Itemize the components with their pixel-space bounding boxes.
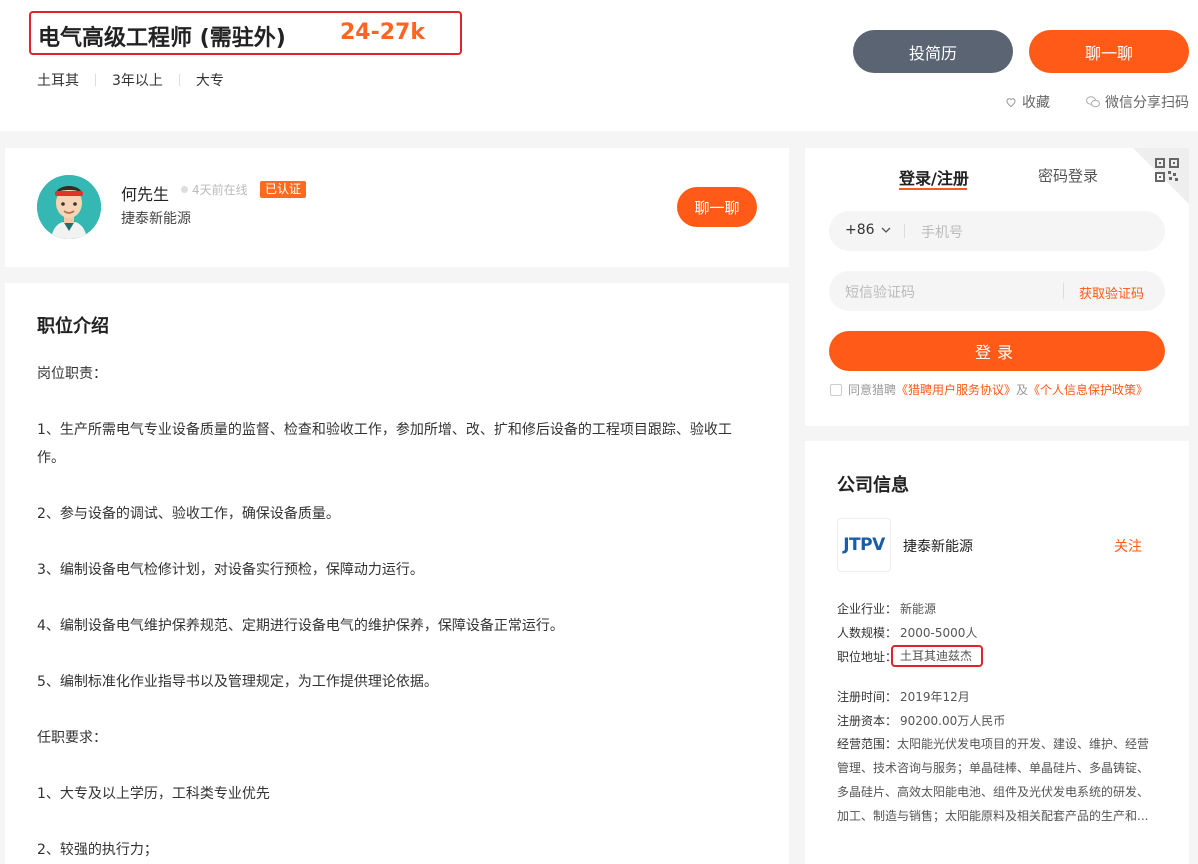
- size-value: 2000-5000人: [900, 625, 978, 640]
- tag-location: 土耳其: [37, 73, 79, 89]
- job-header: 电气高级工程师 (需驻外) 24-27k 土耳其 3年以上 大专 投简历 聊一聊…: [0, 0, 1198, 131]
- reg-time-label: 注册时间：: [837, 689, 898, 704]
- description-line: 3、编制设备电气检修计划，对设备实行预检，保障动力运行。: [37, 562, 424, 578]
- agreement-row: 同意猎聘 《猎聘用户服务协议》 及 《个人信息保护政策》: [830, 381, 1148, 398]
- wechat-icon: [1086, 96, 1100, 108]
- job-tags: 土耳其 3年以上 大专: [37, 70, 224, 90]
- input-divider: [1063, 283, 1064, 299]
- input-divider: [904, 224, 905, 238]
- agree-prefix: 同意猎聘: [848, 383, 897, 397]
- description-line: 5、编制标准化作业指导书以及管理规定，为工作提供理论依据。: [37, 674, 438, 690]
- info-row-industry: 企业行业： 新能源: [837, 596, 1005, 620]
- description-body: 岗位职责： 1、生产所需电气专业设备质量的监督、检查和验收工作，参加所增、改、扩…: [37, 360, 737, 864]
- job-description-card: 职位介绍 岗位职责： 1、生产所需电气专业设备质量的监督、检查和验收工作，参加所…: [5, 283, 789, 864]
- info-row-reg-time: 注册时间： 2019年12月: [837, 684, 1005, 708]
- description-line: [37, 640, 737, 668]
- agree-checkbox[interactable]: [830, 383, 842, 396]
- wechat-share-button[interactable]: 微信分享扫码: [1086, 92, 1189, 112]
- job-title: 电气高级工程师 (需驻外): [38, 26, 286, 51]
- privacy-policy-link[interactable]: 《个人信息保护政策》: [1028, 381, 1148, 398]
- recruiter-name: 何先生: [121, 185, 170, 204]
- service-agreement-link[interactable]: 《猎聘用户服务协议》: [896, 381, 1016, 398]
- description-line: 岗位职责：: [37, 366, 107, 382]
- sms-code-field[interactable]: 短信验证码 获取验证码: [829, 271, 1165, 311]
- follow-button[interactable]: 关注: [1114, 536, 1142, 556]
- recruiter-chat-button[interactable]: 聊一聊: [677, 187, 757, 227]
- phone-input-field[interactable]: +86 手机号: [829, 211, 1165, 251]
- share-label: 微信分享扫码: [1105, 95, 1189, 111]
- avatar: [37, 175, 101, 239]
- submit-resume-button[interactable]: 投简历: [853, 30, 1013, 73]
- capital-label: 注册资本：: [837, 713, 898, 728]
- active-tab-indicator: [899, 188, 967, 190]
- description-line: [37, 528, 737, 556]
- tag-divider: [178, 74, 180, 86]
- sms-code-input[interactable]: 短信验证码: [845, 282, 915, 302]
- get-code-button[interactable]: 获取验证码: [1079, 283, 1144, 302]
- online-status: 4天前在线: [192, 183, 248, 197]
- company-info-list: 企业行业： 新能源 人数规模： 2000-5000人 职位地址： 土耳其迪兹杰 …: [837, 596, 1005, 732]
- description-title: 职位介绍: [37, 316, 109, 337]
- description-line: 4、编制设备电气维护保养规范、定期进行设备电气的维护保养，保障设备正常运行。: [37, 618, 564, 634]
- company-info-title: 公司信息: [837, 475, 909, 496]
- tab-password-login[interactable]: 密码登录: [1038, 165, 1098, 186]
- scope-label: 经营范围：: [837, 737, 898, 751]
- description-line: [37, 808, 737, 836]
- info-row-size: 人数规模： 2000-5000人: [837, 620, 1005, 644]
- chat-button[interactable]: 聊一聊: [1029, 30, 1189, 73]
- tag-divider: [95, 74, 96, 86]
- info-row-address: 职位地址： 土耳其迪兹杰: [837, 644, 1005, 668]
- description-line: 2、较强的执行力；: [37, 842, 158, 858]
- info-row-capital: 注册资本： 90200.00万人民币: [837, 708, 1005, 732]
- capital-value: 90200.00万人民币: [900, 713, 1006, 728]
- agree-and: 及: [1016, 383, 1029, 397]
- description-line: [37, 472, 737, 500]
- size-label: 人数规模：: [837, 625, 898, 640]
- industry-label: 企业行业：: [837, 601, 898, 616]
- description-line: 任职要求：: [37, 730, 107, 746]
- online-status-dot: [181, 186, 188, 193]
- qr-code-icon[interactable]: [1155, 158, 1179, 182]
- login-button[interactable]: 登录: [829, 331, 1165, 371]
- tag-experience: 3年以上: [112, 73, 163, 89]
- phone-input[interactable]: 手机号: [921, 222, 963, 242]
- salary: 24-27k: [340, 20, 425, 45]
- company-name[interactable]: 捷泰新能源: [903, 536, 973, 556]
- description-line: [37, 752, 737, 780]
- description-line: [37, 584, 737, 612]
- company-info-card: 公司信息 JTPV 捷泰新能源 关注 企业行业： 新能源 人数规模： 2000-…: [805, 441, 1189, 864]
- country-code-select[interactable]: +86: [845, 222, 891, 238]
- tag-education: 大专: [195, 73, 224, 89]
- description-line: [37, 388, 737, 416]
- address-value: 土耳其迪兹杰: [891, 645, 984, 667]
- recruiter-company: 捷泰新能源: [121, 211, 191, 227]
- favorite-label: 收藏: [1022, 95, 1050, 111]
- description-line: [37, 696, 737, 724]
- favorite-button[interactable]: 收藏: [1005, 92, 1050, 112]
- company-logo[interactable]: JTPV: [837, 518, 891, 572]
- recruiter-card: 何先生 4天前在线 已认证 捷泰新能源 聊一聊: [5, 148, 789, 267]
- description-line: 1、生产所需电气专业设备质量的监督、检查和验收工作，参加所增、改、扩和修后设备的…: [37, 422, 732, 466]
- verified-badge: 已认证: [260, 181, 307, 198]
- description-line: 2、参与设备的调试、验收工作，确保设备质量。: [37, 506, 340, 522]
- industry-value: 新能源: [900, 601, 937, 616]
- country-code: +86: [845, 222, 875, 238]
- login-card: 登录/注册 密码登录 +86 手机号 短信验证码 获取验证码 登录 同意猎聘 《…: [805, 148, 1189, 426]
- heart-icon: [1006, 98, 1016, 108]
- business-scope: 经营范围：太阳能光伏发电项目的开发、建设、维护、经营管理、技术咨询与服务；单晶硅…: [837, 732, 1157, 828]
- reg-time-value: 2019年12月: [900, 689, 970, 704]
- description-line: 1、大专及以上学历，工科类专业优先: [37, 786, 270, 802]
- tab-login-register[interactable]: 登录/注册: [899, 165, 969, 189]
- chevron-down-icon: [881, 227, 891, 233]
